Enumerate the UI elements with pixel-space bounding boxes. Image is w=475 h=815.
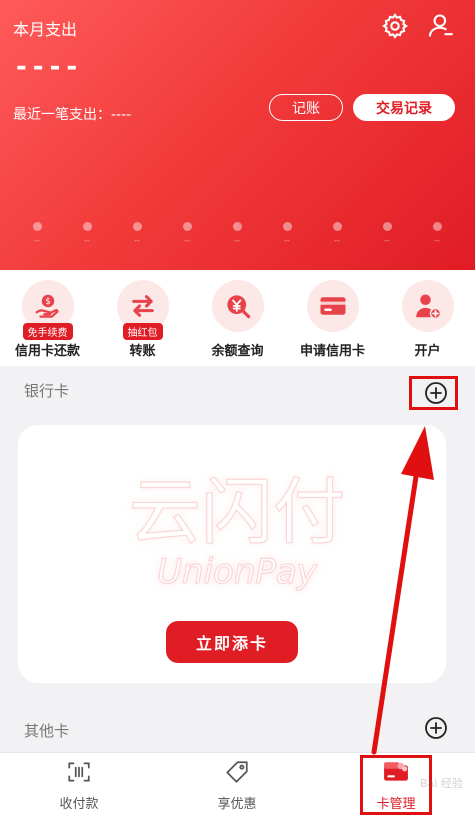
quick-item-label: 开户 [414, 344, 441, 359]
chart-dot: -- [417, 222, 457, 245]
bank-card-section-title: 银行卡 [24, 382, 70, 400]
watermark-text: Bai 经验 [420, 777, 463, 790]
chart-dot: -- [217, 222, 257, 245]
user-add-icon [401, 280, 454, 332]
chart-dot: -- [167, 222, 207, 245]
nav-label: 享优惠 [217, 797, 257, 812]
tag-icon [226, 761, 248, 783]
chart-dot: -- [317, 222, 357, 245]
chart-dot: -- [367, 222, 407, 245]
expense-chart-dots: -- -- -- -- -- -- -- -- -- [0, 222, 475, 262]
chart-dot: -- [267, 222, 307, 245]
quick-item-open-account[interactable]: 开户 [380, 270, 475, 366]
quick-item-badge: 抽红包 [122, 323, 163, 340]
quick-item-label: 转账 [129, 344, 156, 359]
quick-item-label: 余额查询 [211, 344, 264, 359]
bookkeeping-button[interactable]: 记账 [269, 94, 343, 121]
quick-item-balance[interactable]: 余额查询 [190, 270, 285, 366]
other-card-section-title: 其他卡 [24, 722, 70, 740]
monthly-expense-title: 本月支出 [13, 20, 78, 39]
svg-text:云闪付: 云闪付 [129, 470, 345, 554]
gear-icon[interactable] [381, 12, 409, 40]
chart-dot: -- [67, 222, 107, 245]
add-card-now-button[interactable]: 立即添卡 [166, 621, 298, 663]
unionpay-logo: 云闪付 UnionPay [128, 469, 345, 592]
svg-text:$: $ [45, 297, 51, 307]
quick-item-credit-repay[interactable]: $ 免手续费 信用卡还款 [0, 270, 95, 366]
credit-card-icon [306, 280, 359, 332]
quick-menu: $ 免手续费 信用卡还款 抽红包 转账 余额查询 申请信用卡 开户 [0, 270, 475, 366]
user-icon[interactable] [427, 12, 455, 40]
nav-label: 收付款 [59, 797, 99, 812]
unionpay-card-panel: 云闪付 UnionPay 立即添卡 [18, 425, 446, 683]
last-expense-text: 最近一笔支出：---- [13, 107, 132, 123]
nav-item-offers[interactable]: 享优惠 [177, 753, 297, 815]
quick-item-label: 申请信用卡 [299, 344, 365, 359]
quick-item-transfer[interactable]: 抽红包 转账 [95, 270, 190, 366]
yuan-search-icon [211, 280, 264, 332]
add-other-card-plus-icon[interactable] [424, 716, 448, 740]
transaction-records-button[interactable]: 交易记录 [353, 94, 455, 121]
nav-item-payment[interactable]: 收付款 [19, 753, 139, 815]
add-bank-card-plus-icon[interactable] [424, 381, 448, 405]
chart-dot: -- [17, 222, 57, 245]
scan-icon [68, 762, 90, 782]
svg-text:UnionPay: UnionPay [157, 552, 318, 592]
quick-item-badge: 免手续费 [22, 323, 73, 340]
chart-dot: -- [117, 222, 157, 245]
quick-item-label: 信用卡还款 [14, 344, 80, 359]
quick-item-apply-card[interactable]: 申请信用卡 [285, 270, 380, 366]
expense-amount: ---- [16, 52, 84, 82]
header-panel: 本月支出 ---- 最近一笔支出：---- 记账 交易记录 -- -- -- -… [0, 0, 475, 270]
